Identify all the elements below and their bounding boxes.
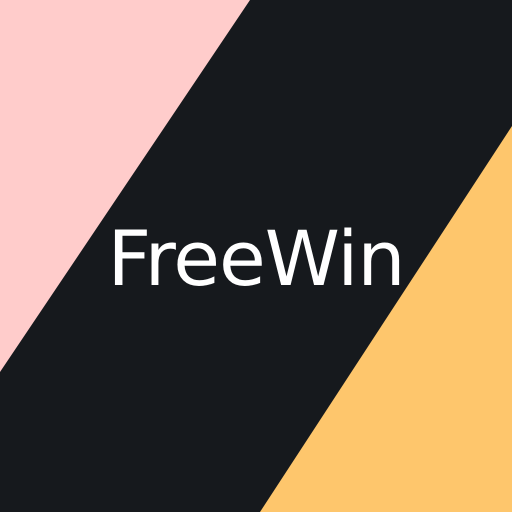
app-title: FreeWin [107,214,405,303]
logo-canvas: FreeWin [0,0,512,512]
